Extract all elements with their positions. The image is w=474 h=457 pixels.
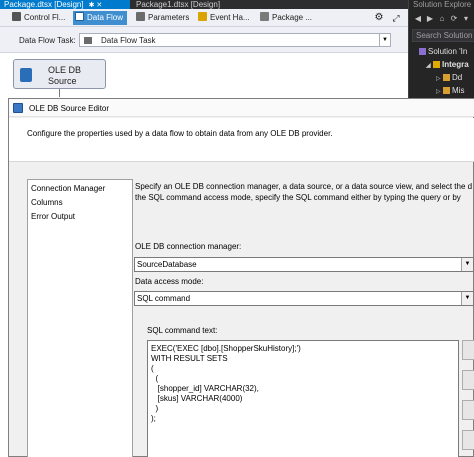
- solution-explorer-title: Solution Explore: [413, 0, 472, 9]
- page-description: Specify an OLE DB connection manager, a …: [135, 181, 474, 203]
- sql-command-label: SQL command text:: [147, 326, 218, 335]
- back-icon[interactable]: ◀: [413, 14, 423, 24]
- project-tree-label: Integra: [442, 60, 469, 69]
- collapse-triangle-icon[interactable]: ▷: [436, 88, 443, 95]
- chevron-down-icon[interactable]: ▼: [461, 292, 473, 305]
- control-flow-icon: [12, 12, 21, 21]
- data-flow-task-bar: Data Flow Task: Data Flow Task ▼: [0, 27, 408, 53]
- sql-line: (: [151, 374, 159, 383]
- home-icon[interactable]: ⌂: [437, 14, 447, 24]
- sql-line: (: [151, 364, 154, 373]
- document-tab-bar: Package.dtsx [Design] ✱ ✕ Package1.dtsx […: [0, 0, 408, 9]
- forward-icon[interactable]: ▶: [425, 14, 435, 24]
- parse-query-button[interactable]: [462, 430, 474, 450]
- sql-line: [skus] VARCHAR(4000): [151, 394, 243, 403]
- dialog-title-bar[interactable]: OLE DB Source Editor: [9, 99, 474, 117]
- zoom-icon[interactable]: ⤢: [390, 11, 402, 25]
- chevron-down-icon[interactable]: ▼: [461, 258, 473, 271]
- event-handlers-icon: [198, 12, 207, 21]
- connection-manager-value: SourceDatabase: [137, 260, 197, 269]
- doc-tab-package1-label: Package1.dtsx [Design]: [136, 0, 221, 9]
- nav-item-error-output[interactable]: Error Output: [31, 212, 75, 221]
- sql-line: );: [151, 414, 156, 423]
- package-explorer-icon: [260, 12, 269, 21]
- ole-db-editor-icon: [13, 103, 23, 113]
- doc-tab-package1[interactable]: Package1.dtsx [Design]: [132, 0, 222, 9]
- doc-tab-package-label: Package.dtsx [Design]: [4, 0, 84, 9]
- sql-line: WITH RESULT SETS: [151, 354, 228, 363]
- browse-button[interactable]: [462, 400, 474, 420]
- parameters-icon: [136, 12, 145, 21]
- data-flow-task-label: Data Flow Task:: [19, 36, 76, 45]
- tab-data-flow-label: Data Flow: [87, 13, 124, 22]
- output-path-arrow[interactable]: [59, 89, 60, 97]
- parameters-button[interactable]: [462, 340, 474, 360]
- expand-triangle-icon[interactable]: ◢: [426, 62, 433, 69]
- data-flow-icon: [75, 12, 84, 21]
- folder-tree-label: Mis: [452, 86, 465, 95]
- gear-icon[interactable]: ⚙: [373, 11, 385, 25]
- folder-tree-item[interactable]: ▷ Mis: [436, 86, 464, 95]
- folder-tree-label: Dd: [452, 73, 463, 82]
- solution-tree-label: Solution 'In: [428, 47, 468, 56]
- solution-explorer-toolbar: ◀ ▶ ⌂ ⟳ ▾: [409, 11, 474, 28]
- chevron-down-icon[interactable]: ▼: [379, 34, 390, 46]
- folder-icon: [443, 87, 450, 94]
- project-tree-item[interactable]: ◢ Integra: [426, 60, 469, 69]
- tab-control-flow-label: Control Fl...: [24, 13, 66, 22]
- tab-event-handlers[interactable]: Event Ha...: [196, 11, 250, 25]
- project-icon: [433, 61, 440, 68]
- access-mode-value: SQL command: [137, 294, 191, 303]
- data-flow-task-select[interactable]: Data Flow Task ▼: [79, 33, 391, 47]
- tab-control-flow[interactable]: Control Fl...: [10, 11, 65, 25]
- tab-package-explorer-label: Package ...: [272, 13, 313, 22]
- tab-parameters-label: Parameters: [148, 13, 190, 22]
- sql-line: [shopper_id] VARCHAR(32),: [151, 384, 259, 393]
- ole-db-source-component[interactable]: OLE DB Source: [13, 59, 106, 89]
- data-flow-task-value: Data Flow Task: [101, 36, 156, 45]
- tab-parameters[interactable]: Parameters: [134, 11, 189, 25]
- solution-search-input[interactable]: Search Solution: [412, 29, 474, 42]
- solution-icon: [419, 48, 426, 55]
- build-query-button[interactable]: [462, 370, 474, 390]
- page-description-line1: Specify an OLE DB connection manager, a …: [135, 182, 473, 191]
- task-icon: [84, 37, 92, 44]
- sync-icon[interactable]: ⟳: [449, 14, 459, 24]
- nav-item-connection-manager[interactable]: Connection Manager: [31, 184, 105, 193]
- page-description-line2: the SQL command access mode, specify the…: [135, 193, 461, 202]
- folder-icon: [443, 74, 450, 81]
- solution-tree-item[interactable]: Solution 'In: [419, 47, 467, 56]
- connection-manager-select[interactable]: SourceDatabase ▼: [134, 257, 474, 272]
- doc-tab-package[interactable]: Package.dtsx [Design] ✱ ✕: [0, 0, 130, 9]
- editor-nav-list: Connection Manager Columns Error Output: [27, 179, 133, 457]
- tab-package-explorer[interactable]: Package ...: [258, 11, 312, 25]
- dialog-header: Configure the properties used by a data …: [9, 118, 474, 162]
- ole-db-source-icon: [20, 68, 32, 82]
- component-label-line1: OLE DB: [48, 65, 82, 75]
- ole-db-source-editor-dialog: OLE DB Source Editor Configure the prope…: [8, 98, 474, 457]
- access-mode-label: Data access mode:: [135, 277, 204, 286]
- folder-tree-item[interactable]: ▷ Dd: [436, 73, 462, 82]
- dialog-header-text: Configure the properties used by a data …: [27, 129, 333, 138]
- doc-tab-pin-close-icon[interactable]: ✱ ✕: [89, 2, 103, 9]
- sql-line: ): [151, 404, 159, 413]
- tab-data-flow[interactable]: Data Flow: [73, 11, 128, 25]
- connection-manager-page: Specify an OLE DB connection manager, a …: [134, 179, 474, 457]
- connection-manager-label: OLE DB connection manager:: [135, 242, 242, 251]
- dialog-title: OLE DB Source Editor: [29, 104, 110, 113]
- component-label-line2: Source: [48, 76, 77, 86]
- access-mode-select[interactable]: SQL command ▼: [134, 291, 474, 306]
- filter-icon[interactable]: ▾: [461, 14, 471, 24]
- sql-line: EXEC('EXEC [dbo].[ShopperSkuHistory];'): [151, 344, 301, 353]
- nav-item-columns[interactable]: Columns: [31, 198, 63, 207]
- collapse-triangle-icon[interactable]: ▷: [436, 75, 443, 82]
- sql-command-textarea[interactable]: EXEC('EXEC [dbo].[ShopperSkuHistory];') …: [147, 340, 459, 457]
- designer-tab-strip: Control Fl... Data Flow Parameters Event…: [0, 9, 408, 27]
- tab-event-handlers-label: Event Ha...: [210, 13, 250, 22]
